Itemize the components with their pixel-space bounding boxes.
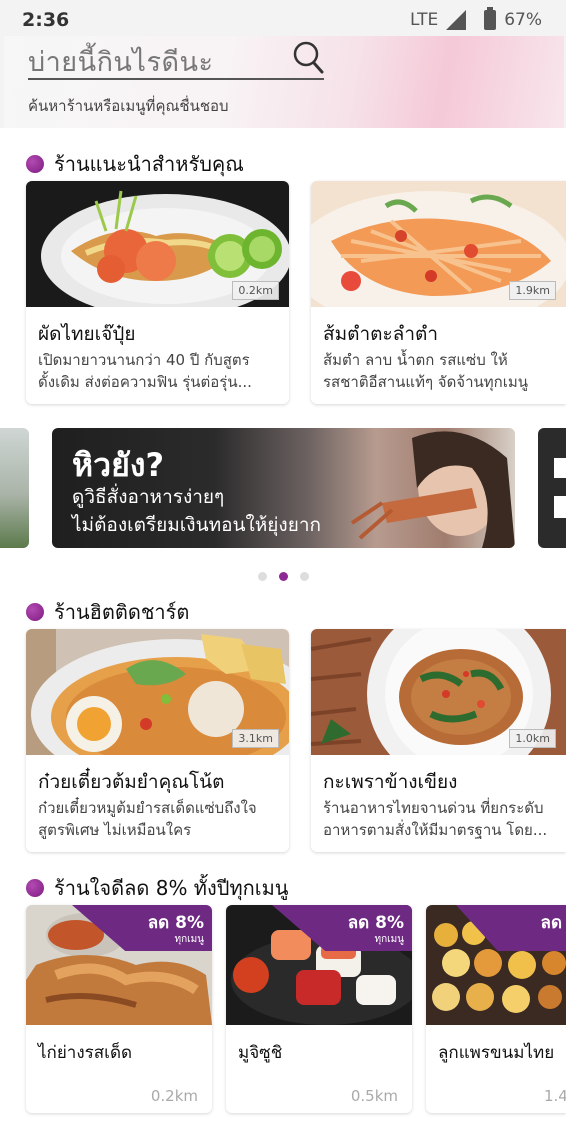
- restaurant-description: เปิดมายาวนานกว่า 40 ปี กับสูตร ดั้งเดิม …: [38, 349, 284, 393]
- restaurant-name: ส้มตำตะลำตำ: [323, 323, 438, 345]
- section-title-text: ร้านแนะนำสำหรับคุณ: [54, 152, 244, 176]
- distance-badge: 1.9km: [509, 281, 556, 300]
- restaurant-name: ไก่ย่างรสเด็ด: [38, 1043, 133, 1063]
- description-line: สูตรพิเศษ ไม่เหมือนใคร: [38, 821, 192, 839]
- status-indicators: LTE 67%: [409, 7, 542, 30]
- search-icon[interactable]: [292, 40, 324, 74]
- banner-peek-text: [554, 458, 566, 478]
- signal-icon: [446, 10, 467, 30]
- discount-card[interactable]: ลด ลูกแพรขนมไทย 1.4km: [426, 905, 566, 1113]
- bullet-icon: [26, 879, 44, 897]
- restaurant-name: ก๋วยเตี๋ยวต้มยำคุณโน้ต: [38, 771, 225, 793]
- description-line: อาหารตามสั่งให้มีมาตรฐาน โดย...: [323, 821, 548, 839]
- description-line: ส้มตำ ลาบ น้ำตก รสแซ่บ ให้: [323, 351, 508, 369]
- section-hits-title: ร้านฮิตติดชาร์ต: [26, 596, 189, 628]
- restaurant-name: กะเพราข้างเขียง: [323, 771, 458, 793]
- discount-card[interactable]: ลด 8% ทุกเมนู มูจิซูชิ 0.5km: [226, 905, 412, 1113]
- network-label: LTE: [409, 10, 439, 30]
- pager-dot[interactable]: [300, 572, 309, 581]
- distance-label: 0.5km: [350, 1087, 398, 1105]
- restaurant-description: ส้มตำ ลาบ น้ำตก รสแซ่บ ให้ รสชาติอีสานแท…: [323, 349, 566, 393]
- search-subtitle: ค้นหาร้านหรือเมนูที่คุณชื่นชอบ: [28, 97, 229, 115]
- banner-next-peek[interactable]: [538, 428, 566, 548]
- restaurant-name: มูจิซูชิ: [238, 1043, 283, 1063]
- section-title-text: ร้านฮิตติดชาร์ต: [54, 600, 190, 624]
- section-recommended-title: ร้านแนะนำสำหรับคุณ: [26, 148, 244, 180]
- battery-icon: [484, 7, 497, 30]
- distance-badge: 1.0km: [509, 729, 556, 748]
- description-line: ดั้งเดิม ส่งต่อความฟิน รุ่นต่อรุ่น...: [38, 373, 252, 391]
- promo-banner[interactable]: หิวยัง? ดูวิธีสั่งอาหารง่ายๆ ไม่ต้องเตรี…: [52, 428, 515, 548]
- battery-percent: 67%: [504, 10, 542, 30]
- discount-card[interactable]: ลด 8% ทุกเมนู ไก่ย่างรสเด็ด 0.2km: [26, 905, 212, 1113]
- ribbon-sublabel: ทุกเมนู: [174, 934, 205, 945]
- ribbon-sublabel: ทุกเมนู: [374, 934, 405, 945]
- description-line: รสชาติอีสานแท้ๆ จัดจ้านทุกเมนู: [323, 373, 529, 391]
- section-title-text: ร้านใจดีลด 8% ทั้งปีทุกเมนู: [54, 876, 289, 900]
- distance-label: 0.2km: [150, 1087, 198, 1105]
- restaurant-card[interactable]: 0.2km ผัดไทยเจ๊ปุ๋ย เปิดมายาวนานกว่า 40 …: [26, 181, 289, 404]
- restaurant-card[interactable]: 1.0km กะเพราข้างเขียง ร้านอาหารไทยจานด่ว…: [311, 629, 566, 852]
- restaurant-description: ร้านอาหารไทยจานด่วน ที่ยกระดับ อาหารตามส…: [323, 797, 566, 841]
- banner-peek-text: [554, 496, 566, 518]
- restaurant-card[interactable]: 3.1km ก๋วยเตี๋ยวต้มยำคุณโน้ต ก๋วยเตี๋ยวห…: [26, 629, 289, 852]
- banner-line-1: ดูวิธีสั่งอาหารง่ายๆ: [72, 486, 225, 508]
- distance-label: 1.4km: [544, 1087, 566, 1105]
- pager-dot-active[interactable]: [279, 572, 288, 581]
- ribbon-label: ลด: [540, 913, 562, 933]
- pager-dot[interactable]: [258, 572, 267, 581]
- description-line: เปิดมายาวนานกว่า 40 ปี กับสูตร: [38, 351, 250, 369]
- search-underline: [28, 78, 324, 80]
- description-line: ร้านอาหารไทยจานด่วน ที่ยกระดับ: [323, 799, 544, 817]
- carousel-pager: [258, 572, 309, 581]
- status-time: 2:36: [22, 9, 70, 31]
- search-header: บ่ายนี้กินไรดีนะ ค้นหาร้านหรือเมนูที่คุณ…: [4, 36, 564, 128]
- restaurant-name: ลูกแพรขนมไทย: [438, 1043, 555, 1063]
- bullet-icon: [26, 155, 44, 173]
- restaurant-description: ก๋วยเตี๋ยวหมูต้มยำรสเด็ดแซ่บถึงใจ สูตรพิ…: [38, 797, 284, 841]
- distance-badge: 3.1km: [232, 729, 279, 748]
- restaurant-card[interactable]: 1.9km ส้มตำตะลำตำ ส้มตำ ลาบ น้ำตก รสแซ่บ…: [311, 181, 566, 404]
- section-discount-title: ร้านใจดีลด 8% ทั้งปีทุกเมนู: [26, 872, 288, 904]
- search-input[interactable]: บ่ายนี้กินไรดีนะ: [28, 40, 213, 83]
- description-line: ก๋วยเตี๋ยวหมูต้มยำรสเด็ดแซ่บถึงใจ: [38, 799, 257, 817]
- banner-prev-peek[interactable]: [0, 428, 29, 548]
- distance-badge: 0.2km: [232, 281, 279, 300]
- bullet-icon: [26, 603, 44, 621]
- restaurant-name: ผัดไทยเจ๊ปุ๋ย: [38, 323, 136, 345]
- banner-line-2: ไม่ต้องเตรียมเงินทอนให้ยุ่งยาก: [72, 514, 322, 536]
